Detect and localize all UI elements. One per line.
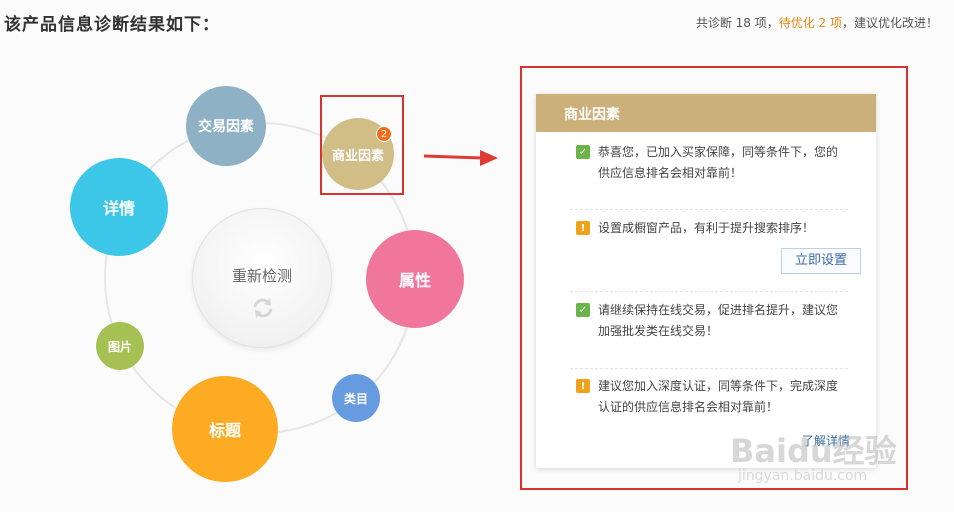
summary-pending-count[interactable]: 待优化 2 项 bbox=[779, 16, 842, 30]
trade-factor-circle[interactable]: 交易因素 bbox=[186, 86, 266, 166]
panel-item: ✓ 请继续保持在线交易，促进排名提升，建议您加强批发类在线交易！ bbox=[576, 300, 846, 342]
warning-icon: ! bbox=[576, 221, 590, 235]
panel-item-text: 恭喜您，已加入买家保障，同等条件下，您的供应信息排名会相对靠前！ bbox=[598, 145, 839, 180]
image-circle[interactable]: 图片 bbox=[96, 322, 144, 370]
watermark-logo: Baidu经验 bbox=[730, 432, 897, 470]
red-arrow-icon bbox=[424, 150, 498, 166]
set-now-button[interactable]: 立即设置 bbox=[781, 248, 861, 274]
panel-item-text: 请继续保持在线交易，促进排名提升，建议您加强批发类在线交易！ bbox=[598, 303, 839, 338]
refresh-icon bbox=[253, 298, 273, 318]
recheck-button[interactable]: 重新检测 bbox=[192, 208, 332, 348]
panel-item-text: 建议您加入深度认证，同等条件下，完成深度认证的供应信息排名会相对靠前！ bbox=[598, 379, 839, 414]
warning-icon: ! bbox=[576, 379, 590, 393]
check-icon: ✓ bbox=[576, 145, 590, 159]
panel-item-text: 设置成橱窗产品，有利于提升搜索排序！ bbox=[598, 221, 815, 235]
recheck-label: 重新检测 bbox=[231, 267, 292, 285]
watermark-url: jingyan.baidu.com bbox=[738, 468, 868, 484]
attribute-circle[interactable]: 属性 bbox=[366, 230, 464, 328]
divider bbox=[570, 291, 848, 292]
highlight-box-business bbox=[320, 95, 404, 195]
panel-item: ✓ 恭喜您，已加入买家保障，同等条件下，您的供应信息排名会相对靠前！ bbox=[576, 142, 846, 184]
detail-circle[interactable]: 详情 bbox=[70, 158, 168, 256]
category-circle[interactable]: 类目 bbox=[332, 374, 380, 422]
diagnosis-summary: 共诊断 18 项，待优化 2 项，建议优化改进！ bbox=[696, 14, 938, 31]
divider bbox=[570, 368, 848, 369]
panel-item: ! 建议您加入深度认证，同等条件下，完成深度认证的供应信息排名会相对靠前！ bbox=[576, 376, 846, 418]
page-title: 该产品信息诊断结果如下： bbox=[4, 15, 220, 35]
summary-prefix: 共诊断 18 项， bbox=[695, 16, 779, 30]
check-icon: ✓ bbox=[576, 303, 590, 317]
summary-suffix: ，建议优化改进！ bbox=[841, 16, 938, 30]
panel-title: 商业因素 bbox=[536, 94, 876, 132]
divider bbox=[570, 209, 848, 210]
panel-item: ! 设置成橱窗产品，有利于提升搜索排序！ bbox=[576, 218, 846, 239]
title-circle[interactable]: 标题 bbox=[172, 376, 278, 482]
watermark: Baidu经验 jingyan.baidu.com bbox=[730, 426, 930, 496]
